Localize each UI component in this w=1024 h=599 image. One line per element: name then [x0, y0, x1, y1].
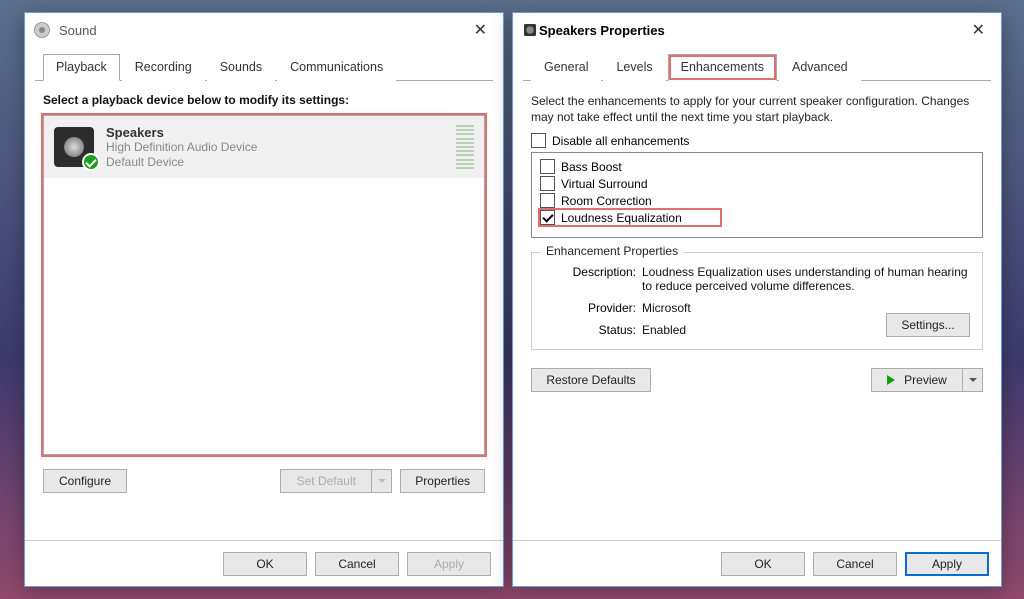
dialog-title: Sound [59, 23, 466, 38]
ok-button[interactable]: OK [223, 552, 307, 576]
restore-defaults-button[interactable]: Restore Defaults [531, 368, 651, 392]
tab-content: Select a playback device below to modify… [25, 81, 503, 501]
room-correction-checkbox[interactable] [540, 193, 555, 208]
dialog-title: Speakers Properties [539, 23, 964, 38]
dialog-buttons: OK Cancel Apply [25, 540, 503, 586]
close-icon[interactable]: ✕ [466, 16, 495, 44]
list-item[interactable]: Room Correction [540, 193, 974, 208]
play-icon [887, 375, 900, 385]
close-icon[interactable]: ✕ [964, 16, 993, 44]
device-list[interactable]: Speakers High Definition Audio Device De… [43, 115, 485, 455]
default-check-icon [82, 153, 100, 171]
enh-label: Virtual Surround [561, 177, 648, 191]
preview-button[interactable]: Preview [871, 368, 983, 392]
tab-communications[interactable]: Communications [277, 54, 396, 81]
dialog-buttons: OK Cancel Apply [513, 540, 1001, 586]
speaker-icon [54, 127, 94, 167]
enhancement-properties-group: Enhancement Properties Description: Loud… [531, 252, 983, 350]
enh-label: Loudness Equalization [561, 211, 682, 225]
ok-button[interactable]: OK [721, 552, 805, 576]
properties-button[interactable]: Properties [400, 469, 485, 493]
enh-label: Bass Boost [561, 160, 622, 174]
tab-sounds[interactable]: Sounds [207, 54, 275, 81]
chevron-down-icon[interactable] [963, 368, 983, 392]
tabbar: General Levels Enhancements Advanced [523, 53, 991, 81]
provider-label: Provider: [544, 301, 636, 315]
list-item[interactable]: Loudness Equalization [540, 210, 720, 225]
intro-text: Select the enhancements to apply for you… [531, 93, 983, 125]
device-driver: High Definition Audio Device [106, 140, 456, 155]
set-default-button: Set Default [280, 469, 392, 493]
tab-general[interactable]: General [531, 54, 601, 81]
device-status: Default Device [106, 155, 456, 170]
virtual-surround-checkbox[interactable] [540, 176, 555, 191]
tab-recording[interactable]: Recording [122, 54, 205, 81]
configure-button[interactable]: Configure [43, 469, 127, 493]
device-name: Speakers [106, 125, 456, 140]
disable-all-checkbox[interactable] [531, 133, 546, 148]
device-text: Speakers High Definition Audio Device De… [106, 125, 456, 170]
list-item[interactable]: Virtual Surround [540, 176, 974, 191]
disable-all-row[interactable]: Disable all enhancements [531, 133, 983, 148]
device-item[interactable]: Speakers High Definition Audio Device De… [44, 116, 484, 178]
description-label: Description: [544, 265, 636, 293]
sound-dialog: Sound ✕ Playback Recording Sounds Commun… [24, 12, 504, 587]
settings-button[interactable]: Settings... [886, 313, 970, 337]
tab-content: Select the enhancements to apply for you… [513, 81, 1001, 400]
titlebar[interactable]: Speakers Properties ✕ [513, 13, 1001, 47]
instruction: Select a playback device below to modify… [43, 93, 485, 107]
enhancements-list[interactable]: Bass Boost Virtual Surround Room Correct… [531, 152, 983, 238]
cancel-button[interactable]: Cancel [315, 552, 399, 576]
preview-label: Preview [904, 373, 947, 387]
tab-playback[interactable]: Playback [43, 54, 120, 81]
bass-boost-checkbox[interactable] [540, 159, 555, 174]
tab-advanced[interactable]: Advanced [779, 54, 861, 81]
speaker-icon [521, 21, 539, 39]
tab-enhancements[interactable]: Enhancements [668, 54, 777, 81]
cancel-button[interactable]: Cancel [813, 552, 897, 576]
tab-levels[interactable]: Levels [603, 54, 665, 81]
tabbar: Playback Recording Sounds Communications [35, 53, 493, 81]
list-item[interactable]: Bass Boost [540, 159, 974, 174]
set-default-label: Set Default [280, 469, 372, 493]
chevron-down-icon [372, 469, 392, 493]
enh-label: Room Correction [561, 194, 652, 208]
titlebar[interactable]: Sound ✕ [25, 13, 503, 47]
apply-button: Apply [407, 552, 491, 576]
apply-button[interactable]: Apply [905, 552, 989, 576]
speakers-properties-dialog: Speakers Properties ✕ General Levels Enh… [512, 12, 1002, 587]
group-legend: Enhancement Properties [540, 244, 684, 258]
disable-all-label: Disable all enhancements [552, 134, 689, 148]
loudness-eq-checkbox[interactable] [540, 210, 555, 225]
sound-icon [33, 21, 51, 39]
level-meter-icon [456, 125, 474, 169]
description-value: Loudness Equalization uses understanding… [642, 265, 970, 293]
status-label: Status: [544, 323, 636, 337]
